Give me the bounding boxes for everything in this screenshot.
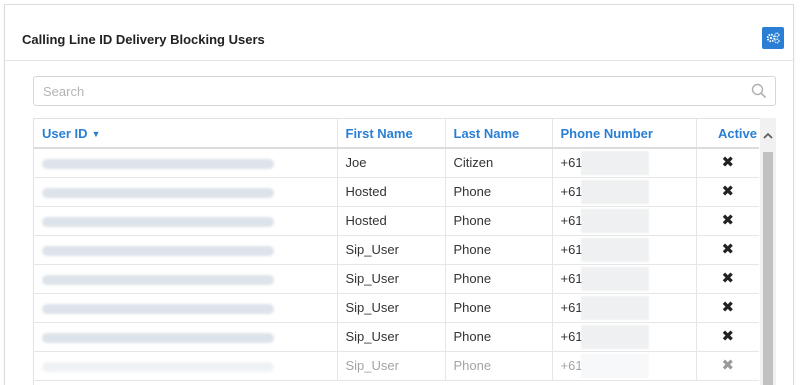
search-input[interactable] <box>33 76 776 106</box>
phone-prefix: +61 <box>560 242 583 257</box>
cell-first-name: Sip_User <box>337 322 446 352</box>
redacted-phone <box>580 353 649 378</box>
cell-user-id <box>34 351 338 381</box>
inactive-x-icon: ✖ <box>721 299 735 316</box>
cell-user-id <box>34 148 338 178</box>
table-row[interactable]: Hosted Phone +61 ✖ <box>34 206 759 236</box>
cell-phone-number: +61 <box>552 351 697 381</box>
cell-last-name: Phone <box>445 264 553 294</box>
cell-last-name: Phone <box>445 322 553 352</box>
cell-phone-number: +61 <box>552 177 697 207</box>
column-header-phone-number[interactable]: Phone Number <box>552 119 697 149</box>
cell-last-name: Citizen <box>445 148 553 178</box>
cell-last-name: Phone <box>445 351 553 381</box>
cell-active: ✖ <box>696 206 759 236</box>
redacted-user-id <box>42 274 274 285</box>
cell-active: ✖ <box>696 235 759 265</box>
scrollbar-thumb[interactable] <box>763 152 773 385</box>
redacted-user-id <box>42 303 274 314</box>
redacted-user-id <box>42 361 274 372</box>
cell-phone-number: +61 <box>552 206 697 236</box>
column-header-first-name[interactable]: First Name <box>337 119 446 149</box>
panel-header: Calling Line ID Delivery Blocking Users <box>5 5 793 61</box>
cell-user-id <box>34 293 338 323</box>
redacted-phone <box>580 324 649 349</box>
sort-desc-icon: ▼ <box>91 128 101 139</box>
cell-active: ✖ <box>696 322 759 352</box>
cell-user-id <box>34 206 338 236</box>
inactive-x-icon: ✖ <box>721 241 735 258</box>
phone-prefix: +61 <box>560 213 583 228</box>
cell-last-name: Phone <box>445 206 553 236</box>
panel-title: Calling Line ID Delivery Blocking Users <box>22 32 265 47</box>
cell-active: ✖ <box>696 293 759 323</box>
column-header-last-name[interactable]: Last Name <box>445 119 553 149</box>
redacted-user-id <box>42 187 274 198</box>
cell-last-name: Phone <box>445 177 553 207</box>
table-row[interactable]: Sip_User Phone +61 ✖ <box>34 322 759 352</box>
inactive-x-icon: ✖ <box>721 357 735 374</box>
cell-active: ✖ <box>696 351 759 381</box>
cell-first-name: Sip_User <box>337 293 446 323</box>
table-header-row: User ID ▼ First Name Last Name Phone Numb… <box>34 119 759 149</box>
table-row[interactable]: Sip_User Phone +61 ✖ <box>34 293 759 323</box>
phone-prefix: +61 <box>560 300 583 315</box>
cell-phone-number: +61 <box>552 264 697 294</box>
inactive-x-icon: ✖ <box>721 154 735 172</box>
redacted-phone <box>580 179 649 204</box>
phone-prefix: +61 <box>560 358 583 373</box>
cell-user-id <box>34 322 338 352</box>
cell-active: ✖ <box>696 148 759 178</box>
table-row[interactable]: Joe Citizen +61 ✖ <box>34 148 759 178</box>
cell-user-id <box>34 264 338 294</box>
gears-icon <box>766 32 780 44</box>
redacted-phone <box>580 295 649 320</box>
redacted-user-id <box>42 245 274 256</box>
cell-first-name: Hosted <box>337 177 446 207</box>
inactive-x-icon: ✖ <box>721 183 735 200</box>
redacted-user-id <box>42 332 274 343</box>
inactive-x-icon: ✖ <box>721 270 735 287</box>
phone-prefix: +61 <box>560 329 583 344</box>
redacted-phone <box>580 208 649 233</box>
cell-first-name: Sip_User <box>337 264 446 294</box>
phone-prefix: +61 <box>560 184 583 199</box>
cell-active: ✖ <box>696 177 759 207</box>
cell-first-name: Sip_User <box>337 235 446 265</box>
users-table-container: User ID ▼ First Name Last Name Phone Numb… <box>33 118 776 385</box>
cell-active: ✖ <box>696 264 759 294</box>
cell-user-id <box>34 177 338 207</box>
inactive-x-icon: ✖ <box>721 212 735 229</box>
redacted-user-id <box>42 216 274 227</box>
search-icon <box>751 83 767 99</box>
inactive-x-icon: ✖ <box>721 328 735 345</box>
cell-first-name: Joe <box>337 148 446 178</box>
cell-first-name: Sip_User <box>337 351 446 381</box>
users-table: User ID ▼ First Name Last Name Phone Numb… <box>34 119 759 381</box>
cell-last-name: Phone <box>445 293 553 323</box>
column-header-user-id[interactable]: User ID ▼ <box>34 119 338 149</box>
table-row[interactable]: Sip_User Phone +61 ✖ <box>34 264 759 294</box>
redacted-phone <box>580 237 649 262</box>
redacted-phone <box>580 266 649 291</box>
scroll-up-button[interactable] <box>760 118 776 152</box>
cell-phone-number: +61 <box>552 322 697 352</box>
cell-last-name: Phone <box>445 235 553 265</box>
cell-phone-number: +61 <box>552 235 697 265</box>
table-row[interactable]: Hosted Phone +61 ✖ <box>34 177 759 207</box>
table-row[interactable]: Sip_User Phone +61 ✖ <box>34 351 759 381</box>
vertical-scrollbar[interactable] <box>760 118 776 385</box>
phone-prefix: +61 <box>560 271 583 286</box>
cell-first-name: Hosted <box>337 206 446 236</box>
table-row[interactable]: Sip_User Phone +61 ✖ <box>34 235 759 265</box>
cell-phone-number: +61 <box>552 148 697 178</box>
cell-user-id <box>34 235 338 265</box>
redacted-phone <box>580 150 649 175</box>
column-header-active[interactable]: Active <box>696 119 759 149</box>
settings-button[interactable] <box>762 27 784 49</box>
chevron-up-icon <box>763 132 773 139</box>
cell-phone-number: +61 <box>552 293 697 323</box>
phone-prefix: +61 <box>560 155 583 171</box>
redacted-user-id <box>42 158 274 169</box>
